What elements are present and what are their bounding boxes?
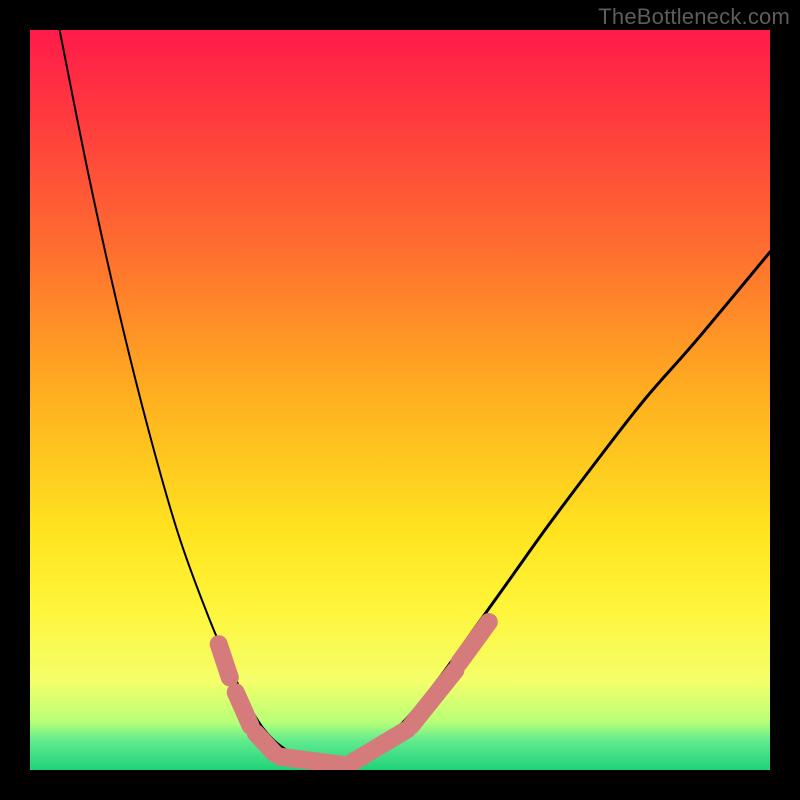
overlay-segment-1 [236,692,251,725]
overlay-segment-4 [352,729,408,762]
gradient-plot-area [30,30,770,770]
overlay-segment-6 [459,622,489,663]
bottleneck-curve-svg [30,30,770,770]
overlay-segment-3 [280,757,348,766]
overlay-segment-0 [219,644,230,677]
curve-right-branch [333,252,770,766]
curve-left-branch [60,30,334,766]
overlay-segment-5 [411,670,455,726]
overlay-segment-2 [256,733,275,753]
watermark-text: TheBottleneck.com [598,4,790,30]
chart-stage: TheBottleneck.com [0,0,800,800]
